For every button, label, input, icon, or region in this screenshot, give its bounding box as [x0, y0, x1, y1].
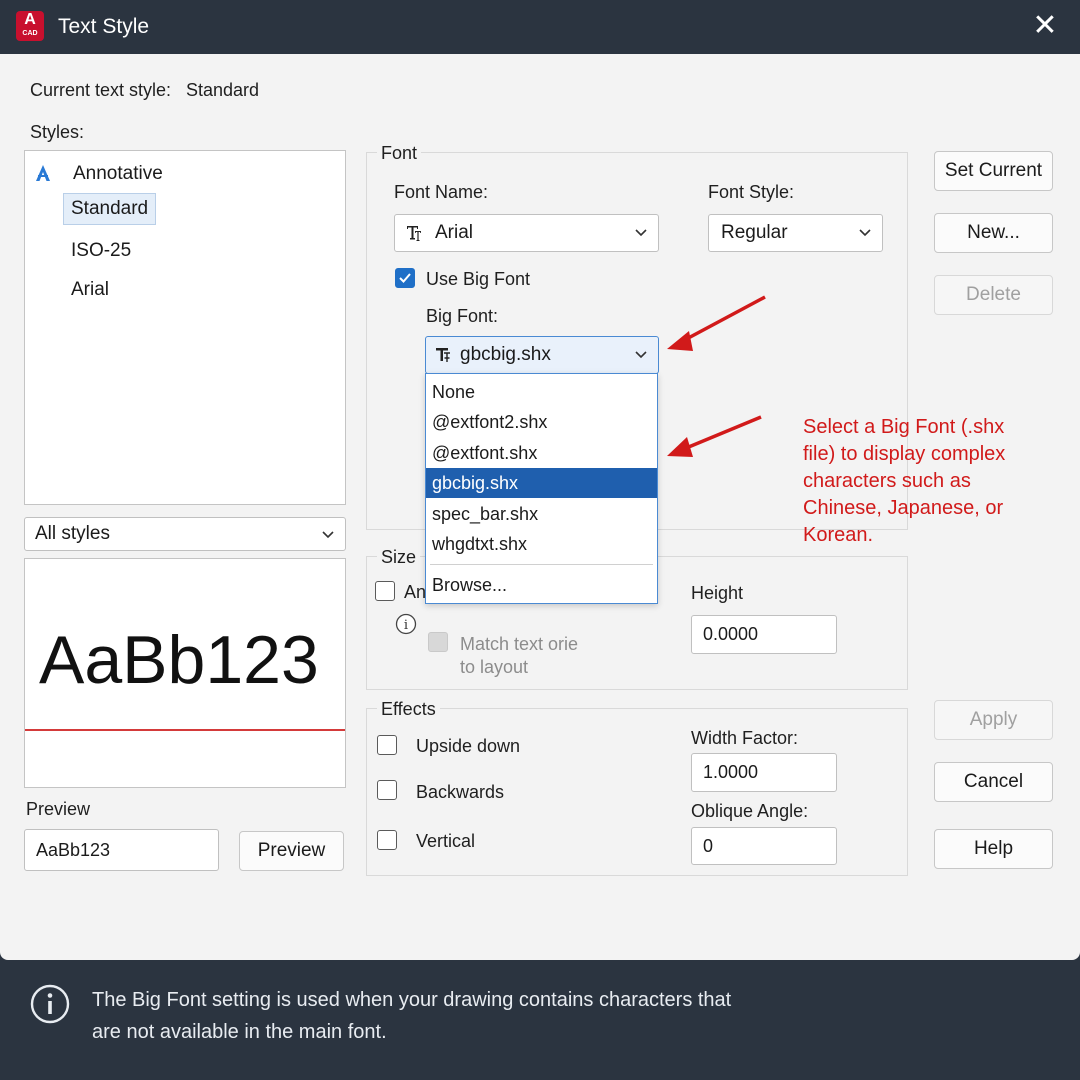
big-font-option[interactable]: spec_bar.shx: [426, 499, 657, 529]
match-orientation-label-2: to layout: [460, 657, 529, 677]
chevron-down-icon: [635, 351, 647, 359]
oblique-angle-label: Oblique Angle:: [691, 801, 809, 821]
browse-option[interactable]: Browse...: [426, 570, 657, 600]
annotation-arrows-icon: [667, 295, 766, 457]
size-group-title: Size: [377, 547, 421, 568]
truetype-font-icon: [407, 226, 421, 241]
vertical-label: Vertical: [416, 831, 476, 851]
big-font-dropdown-list[interactable]: None @extfont2.shx @extfont.shx gbcbig.s…: [425, 373, 658, 604]
font-group-title: Font: [377, 143, 422, 164]
help-button[interactable]: Help: [934, 829, 1053, 869]
upside-down-checkbox[interactable]: [377, 735, 397, 755]
big-font-option-selected[interactable]: gbcbig.shx: [426, 468, 657, 498]
style-item-arial[interactable]: Arial: [71, 279, 109, 301]
info-icon[interactable]: i: [395, 613, 417, 635]
styles-list[interactable]: Annotative Standard ISO-25 Arial: [24, 150, 346, 505]
svg-text:i: i: [404, 618, 408, 633]
vertical-checkbox[interactable]: [377, 830, 397, 850]
chevron-down-icon: [322, 531, 334, 539]
styles-label: Styles:: [30, 122, 85, 142]
preview-label: Preview: [26, 799, 91, 819]
font-name-select[interactable]: Arial: [394, 214, 659, 252]
preview-text-input[interactable]: AaBb123: [24, 829, 219, 871]
big-font-option[interactable]: @extfont.shx: [426, 438, 657, 468]
backwards-label: Backwards: [416, 782, 505, 802]
match-orientation-checkbox[interactable]: [428, 632, 448, 652]
font-name-label: Font Name:: [394, 182, 489, 202]
chevron-down-icon: [859, 229, 871, 237]
big-font-label: Big Font:: [426, 306, 499, 326]
footer-info-text: The Big Font setting is used when your d…: [92, 984, 792, 1048]
effects-group-title: Effects: [377, 699, 440, 720]
use-big-font-label: Use Big Font: [426, 269, 531, 289]
style-item-standard[interactable]: Standard: [63, 193, 157, 225]
style-item-iso-25[interactable]: ISO-25: [71, 240, 131, 262]
font-style-select[interactable]: Regular: [708, 214, 883, 252]
backwards-checkbox[interactable]: [377, 780, 397, 800]
width-factor-input[interactable]: 1.0000: [691, 753, 837, 792]
footer-info-line-1: The Big Font setting is used when your d…: [92, 989, 732, 1011]
styles-filter-select[interactable]: All styles: [24, 517, 346, 551]
annotative-checkbox[interactable]: [375, 581, 395, 601]
set-current-button[interactable]: Set Current: [934, 151, 1053, 191]
font-style-label: Font Style:: [708, 182, 795, 202]
use-big-font-checkbox[interactable]: [395, 268, 415, 288]
annotative-icon: [36, 165, 50, 181]
footer-info-bar: The Big Font setting is used when your d…: [0, 960, 1080, 1080]
title-bar: A CAD Text Style ✕: [0, 0, 1080, 54]
big-font-select[interactable]: gbcbig.shx: [425, 336, 659, 374]
height-input[interactable]: 0.0000: [691, 615, 837, 654]
big-font-option[interactable]: None: [426, 377, 657, 407]
oblique-angle-input[interactable]: 0: [691, 827, 837, 865]
annotative-label: An: [404, 582, 427, 602]
current-style-label: Current text style:: [30, 80, 172, 100]
info-icon: [30, 984, 70, 1024]
checkmark-icon: [399, 273, 411, 283]
style-item-annotative[interactable]: Annotative: [36, 163, 163, 185]
width-factor-label: Width Factor:: [691, 728, 799, 748]
preview-sample-text: AaBb123: [39, 622, 319, 698]
dialog-title: Text Style: [58, 15, 150, 38]
current-style-value: Standard: [186, 80, 260, 100]
dropdown-separator: [430, 564, 653, 565]
text-style-dialog: A CAD Text Style ✕ Current text style: S…: [0, 0, 1080, 960]
close-icon[interactable]: ✕: [1028, 10, 1062, 44]
shx-font-icon: [436, 348, 450, 362]
delete-button[interactable]: Delete: [934, 275, 1053, 315]
chevron-down-icon: [635, 229, 647, 237]
apply-button[interactable]: Apply: [934, 700, 1053, 740]
height-label: Height: [691, 583, 744, 603]
footer-info-line-2: are not available in the main font.: [92, 1021, 387, 1043]
preview-panel: AaBb123: [24, 558, 346, 788]
upside-down-label: Upside down: [416, 736, 521, 756]
annotation-callout-text: Select a Big Font (.shx file) to display…: [803, 416, 1006, 546]
autocad-logo-icon: A CAD: [16, 11, 44, 41]
big-font-option[interactable]: @extfont2.shx: [426, 407, 657, 437]
preview-baseline: [25, 729, 345, 731]
new-button[interactable]: New...: [934, 213, 1053, 253]
cancel-button[interactable]: Cancel: [934, 762, 1053, 802]
big-font-option[interactable]: whgdtxt.shx: [426, 529, 657, 559]
match-orientation-label-1: Match text orie: [460, 634, 579, 654]
preview-button[interactable]: Preview: [239, 831, 344, 871]
